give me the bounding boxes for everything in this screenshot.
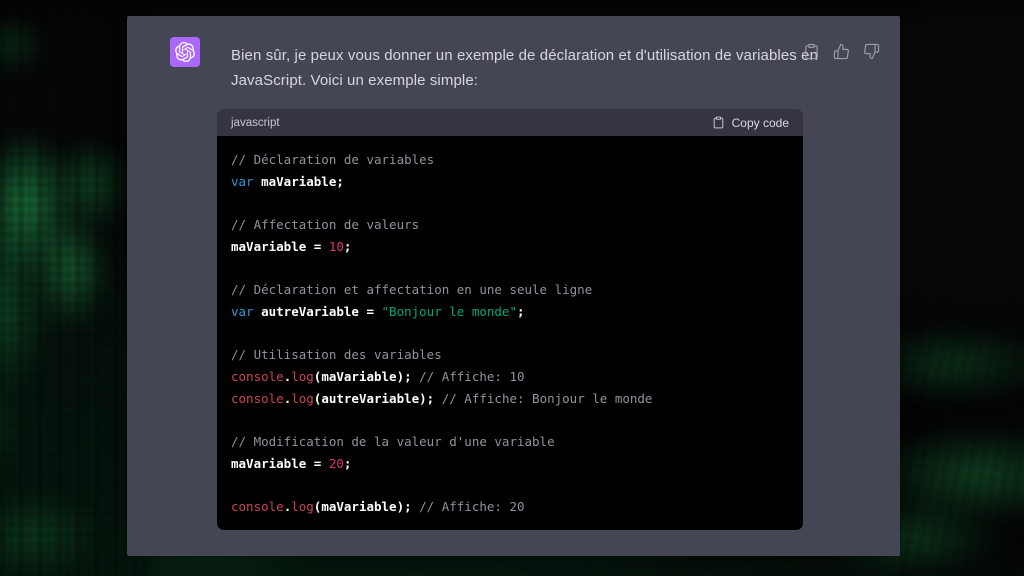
copy-code-label: Copy code xyxy=(732,116,789,130)
message-line-1: Bien sûr, je peux vous donner un exemple… xyxy=(231,43,831,68)
code-line: // Modification de la valeur d'une varia… xyxy=(231,431,789,453)
code-line: maVariable = 10; xyxy=(231,236,789,258)
thumbs-down-icon xyxy=(863,43,880,60)
code-line: console.log(maVariable); // Affiche: 20 xyxy=(231,496,789,518)
thumbs-down-button[interactable] xyxy=(861,41,882,62)
code-line: // Affectation de valeurs xyxy=(231,214,789,236)
assistant-message-panel: Bien sûr, je peux vous donner un exemple… xyxy=(127,16,900,556)
code-line xyxy=(231,192,789,214)
code-line xyxy=(231,409,789,431)
code-content: // Déclaration de variablesvar maVariabl… xyxy=(217,136,803,530)
openai-logo-icon xyxy=(175,42,195,62)
clipboard-icon xyxy=(803,43,820,60)
copy-message-button[interactable] xyxy=(801,41,822,62)
code-line xyxy=(231,323,789,345)
thumbs-up-button[interactable] xyxy=(831,41,852,62)
code-line: // Déclaration de variables xyxy=(231,149,789,171)
message-line-2: JavaScript. Voici un exemple simple: xyxy=(231,68,831,93)
code-line xyxy=(231,474,789,496)
code-line: // Utilisation des variables xyxy=(231,344,789,366)
code-line xyxy=(231,257,789,279)
code-line: var maVariable; xyxy=(231,171,789,193)
code-block-header: javascript Copy code xyxy=(217,109,803,136)
message-text: Bien sûr, je peux vous donner un exemple… xyxy=(231,43,831,93)
code-block: javascript Copy code // Déclaration de v… xyxy=(217,109,803,530)
code-line: // Déclaration et affectation en une seu… xyxy=(231,279,789,301)
code-line: var autreVariable = "Bonjour le monde"; xyxy=(231,301,789,323)
code-line: console.log(autreVariable); // Affiche: … xyxy=(231,388,789,410)
code-language-label: javascript xyxy=(231,117,280,129)
clipboard-icon xyxy=(712,116,725,129)
chatgpt-avatar xyxy=(170,37,200,67)
thumbs-up-icon xyxy=(833,43,850,60)
message-actions xyxy=(801,41,882,62)
code-line: console.log(maVariable); // Affiche: 10 xyxy=(231,366,789,388)
code-line: maVariable = 20; xyxy=(231,453,789,475)
copy-code-button[interactable]: Copy code xyxy=(712,116,789,130)
